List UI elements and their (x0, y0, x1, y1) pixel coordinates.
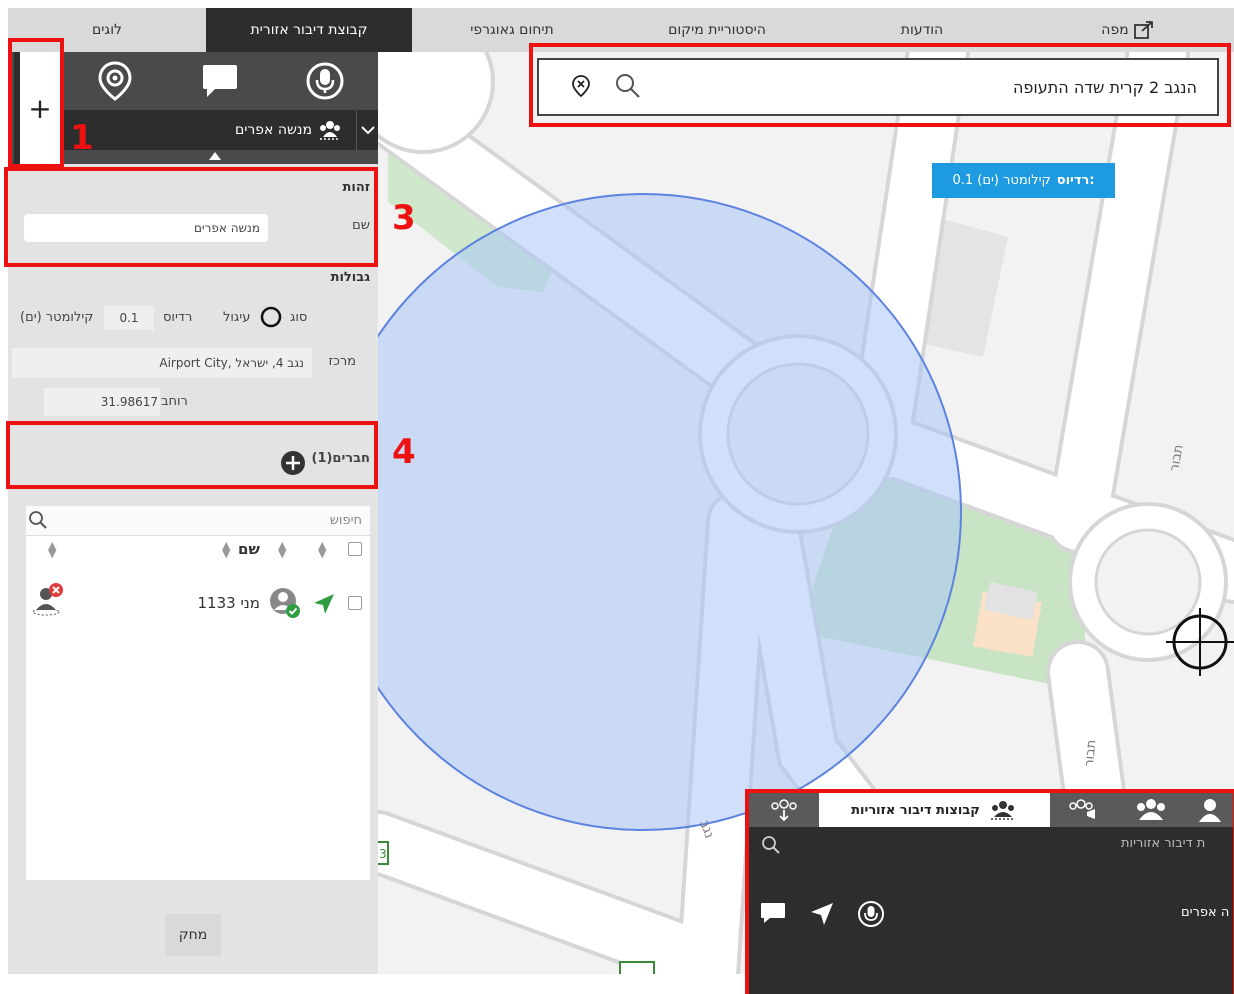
circle-shape-icon[interactable] (260, 306, 282, 328)
chat-bubble-icon[interactable] (197, 58, 243, 104)
group-selector[interactable]: מנשה אפרים (62, 110, 378, 150)
remove-member-icon[interactable] (28, 580, 68, 620)
radius-tag: 0.1 קילומטר (ים) רדיוס: (932, 163, 1115, 198)
boundaries-title: גבולות (330, 270, 370, 285)
select-all-checkbox[interactable] (348, 542, 362, 556)
svg-text:3: 3 (379, 847, 387, 861)
annotation-box-3 (4, 167, 378, 267)
row-checkbox[interactable] (348, 596, 362, 610)
search-icon[interactable] (28, 510, 48, 530)
member-name: מני 1133 (197, 594, 260, 612)
radius-unit: קילומטר (ים) (20, 310, 94, 325)
sort-icon[interactable]: ▲ ▼ (48, 540, 56, 559)
radius-field[interactable]: 0.1 (104, 306, 154, 330)
sort-icon[interactable]: ▲ ▼ (222, 540, 230, 559)
members-table: חיפוש ▲ ▼ ▲ ▼ שם ▲ ▼ ▲ ▼ מני 1133 (26, 506, 370, 880)
user-online-icon (270, 588, 300, 618)
latitude-field[interactable]: 31.98617 (44, 388, 160, 416)
table-header: ▲ ▼ ▲ ▼ שם ▲ ▼ ▲ ▼ (26, 538, 370, 564)
send-location-icon[interactable] (312, 592, 336, 616)
annotation-box-1 (8, 38, 64, 168)
app-window: מפה הודעות היסטוריית מיקום תיחום גאוגרפי… (0, 0, 1234, 994)
annotation-number-1: 1 (70, 118, 94, 158)
latitude-label: רוחב (161, 394, 188, 409)
tab-map-label: מפה (1101, 22, 1129, 38)
panel-icon-row (62, 52, 378, 110)
chevron-down-icon[interactable] (356, 110, 378, 150)
type-label: סוג (290, 310, 308, 325)
sort-icon[interactable]: ▲ ▼ (278, 540, 286, 559)
microphone-icon[interactable] (302, 58, 348, 104)
location-target-icon[interactable] (92, 58, 138, 104)
caret-up-icon (209, 152, 221, 160)
center-field[interactable]: Airport City, נגב 4, ישראל (12, 348, 312, 378)
radius-label: רדיוס (163, 310, 193, 325)
svg-text:תבור: תבור (1082, 739, 1099, 767)
annotation-number-3: 3 (392, 198, 416, 238)
search-placeholder: חיפוש (329, 513, 362, 528)
center-label: מרכז (328, 354, 356, 369)
annotation-box-4 (6, 421, 378, 489)
delete-button[interactable]: מחק (165, 914, 221, 956)
annotation-number-4: 4 (392, 432, 416, 472)
annotation-box-widget (745, 789, 1234, 994)
group-name: מנשה אפרים (234, 122, 312, 138)
members-search[interactable]: חיפוש (26, 506, 370, 536)
table-row[interactable]: מני 1133 (26, 583, 370, 622)
tab-regional-talkgroup[interactable]: קבוצת דיבור אזורית (206, 8, 412, 52)
sort-icon[interactable]: ▲ ▼ (318, 540, 326, 559)
external-link-icon (1133, 21, 1153, 39)
name-column-header[interactable]: שם (238, 540, 260, 558)
group-icon (320, 121, 340, 140)
annotation-box-search (529, 43, 1231, 127)
type-value: עיגול (223, 310, 251, 325)
